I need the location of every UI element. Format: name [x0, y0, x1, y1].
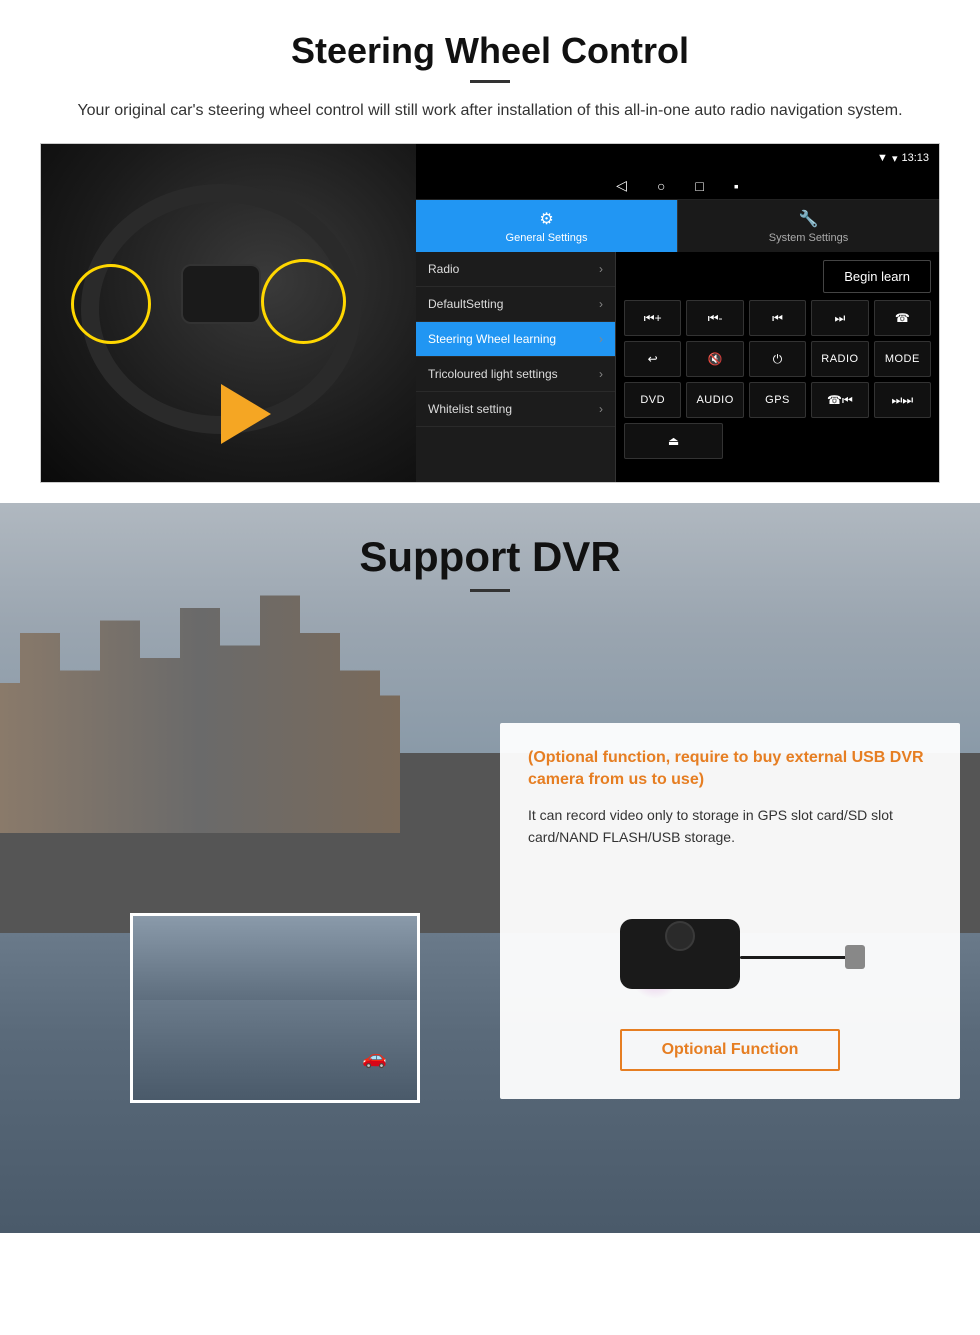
cam-body — [620, 919, 740, 989]
menu-steering-label: Steering Wheel learning — [428, 332, 556, 346]
menu-item-defaultsetting[interactable]: DefaultSetting › — [416, 287, 615, 322]
back-icon[interactable]: ◁ — [616, 177, 627, 194]
ctrl-phone-button[interactable]: ☎ — [874, 300, 931, 336]
status-icons: ▼ ▾ 13:13 — [877, 152, 929, 165]
ctrl-mode-button[interactable]: MODE — [874, 341, 931, 377]
system-icon: 🔧 — [799, 209, 819, 229]
ctrl-power-button[interactable]: ⏻ — [749, 341, 806, 377]
ctrl-dvd-button[interactable]: DVD — [624, 382, 681, 418]
ctrl-row-2: ↩ 🔇 ⏻ RADIO MODE — [624, 341, 931, 377]
chevron-icon: › — [599, 367, 603, 381]
menu-default-label: DefaultSetting — [428, 297, 503, 311]
tab-system-label: System Settings — [769, 232, 848, 244]
menu-radio-label: Radio — [428, 262, 459, 276]
ctrl-radio-button[interactable]: RADIO — [811, 341, 868, 377]
chevron-icon: › — [599, 262, 603, 276]
sw-arrow — [221, 384, 271, 444]
home-icon[interactable]: ○ — [657, 178, 665, 194]
mini-cars: 🚗 — [362, 1045, 387, 1070]
ctrl-next-button[interactable]: ⏭ — [811, 300, 868, 336]
wifi-icon: ▾ — [892, 152, 898, 165]
android-navbar: ◁ ○ □ ▪ — [416, 172, 939, 200]
tab-general-label: General Settings — [506, 232, 588, 244]
cam-usb-connector — [845, 945, 865, 969]
dvr-section: Support DVR 🚗 (Optional function, requir… — [0, 503, 980, 1233]
sw-center — [181, 264, 261, 324]
ctrl-row-3: DVD AUDIO GPS ☎⏮ ⏭⏭ — [624, 382, 931, 418]
ctrl-next-next-button[interactable]: ⏭⏭ — [874, 382, 931, 418]
android-statusbar: ▼ ▾ 13:13 — [416, 144, 939, 172]
cam-cable — [740, 956, 860, 959]
android-tabs: ⚙ General Settings 🔧 System Settings — [416, 200, 939, 252]
dvr-title-divider — [470, 589, 510, 592]
steering-subtitle: Your original car's steering wheel contr… — [40, 99, 940, 123]
dvr-description: It can record video only to storage in G… — [528, 804, 932, 849]
ctrl-vol-up-button[interactable]: ⏮+ — [624, 300, 681, 336]
steering-photo — [41, 144, 416, 483]
dvr-camera-illustration — [590, 869, 870, 1009]
menu-item-tricoloured[interactable]: Tricoloured light settings › — [416, 357, 615, 392]
dvr-title-area: Support DVR — [0, 503, 980, 592]
recents-icon[interactable]: □ — [695, 178, 703, 194]
ctrl-phone-prev-button[interactable]: ☎⏮ — [811, 382, 868, 418]
menu-tricoloured-label: Tricoloured light settings — [428, 367, 558, 381]
menu-icon[interactable]: ▪ — [734, 178, 739, 194]
title-divider — [470, 80, 510, 83]
menu-whitelist-label: Whitelist setting — [428, 402, 512, 416]
steering-wheel-bg — [41, 144, 416, 483]
ctrl-audio-button[interactable]: AUDIO — [686, 382, 743, 418]
menu-list: Radio › DefaultSetting › Steering Wheel … — [416, 252, 616, 482]
ctrl-eject-button[interactable]: ⏏ — [624, 423, 723, 459]
chevron-icon: › — [599, 402, 603, 416]
status-time: 13:13 — [901, 152, 929, 164]
tab-system-settings[interactable]: 🔧 System Settings — [677, 200, 939, 252]
ctrl-gps-button[interactable]: GPS — [749, 382, 806, 418]
sw-highlight-right — [261, 259, 346, 344]
dvr-mini-screen: 🚗 — [130, 913, 420, 1103]
dvr-optional-text: (Optional function, require to buy exter… — [528, 747, 932, 792]
ctrl-prev-button[interactable]: ⏮ — [749, 300, 806, 336]
begin-learn-button[interactable]: Begin learn — [823, 260, 931, 293]
menu-item-radio[interactable]: Radio › — [416, 252, 615, 287]
menu-item-whitelist[interactable]: Whitelist setting › — [416, 392, 615, 427]
ctrl-vol-down-button[interactable]: ⏮- — [686, 300, 743, 336]
tab-general-settings[interactable]: ⚙ General Settings — [416, 200, 677, 252]
ctrl-row-1: ⏮+ ⏮- ⏮ ⏭ ☎ — [624, 300, 931, 336]
android-content: Radio › DefaultSetting › Steering Wheel … — [416, 252, 939, 482]
ctrl-hangup-button[interactable]: ↩ — [624, 341, 681, 377]
steering-demo: ▼ ▾ 13:13 ◁ ○ □ ▪ ⚙ General Settings 🔧 — [40, 143, 940, 483]
sw-highlight-left — [71, 264, 151, 344]
chevron-icon: › — [599, 297, 603, 311]
chevron-icon: › — [599, 332, 603, 346]
signal-icon: ▼ — [877, 152, 888, 164]
dvr-info-card: (Optional function, require to buy exter… — [500, 723, 960, 1099]
cam-lens — [665, 921, 695, 951]
optional-function-button[interactable]: Optional Function — [620, 1029, 841, 1071]
ctrl-mute-button[interactable]: 🔇 — [686, 341, 743, 377]
dvr-title: Support DVR — [0, 533, 980, 581]
begin-learn-row: Begin learn — [624, 260, 931, 293]
gear-icon: ⚙ — [539, 209, 553, 229]
menu-item-steering-learning[interactable]: Steering Wheel learning › — [416, 322, 615, 357]
android-panel: ▼ ▾ 13:13 ◁ ○ □ ▪ ⚙ General Settings 🔧 — [416, 144, 939, 482]
steering-title: Steering Wheel Control — [40, 30, 940, 72]
steering-section: Steering Wheel Control Your original car… — [0, 0, 980, 503]
ctrl-row-4: ⏏ — [624, 423, 931, 459]
control-panel: Begin learn ⏮+ ⏮- ⏮ ⏭ ☎ ↩ 🔇 ⏻ — [616, 252, 939, 482]
